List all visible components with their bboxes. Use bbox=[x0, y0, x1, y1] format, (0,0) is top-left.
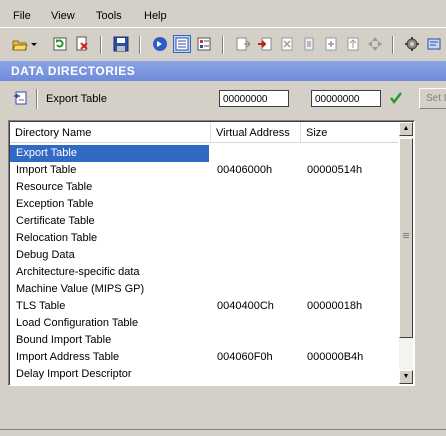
directory-name-cell: Delay Import Descriptor bbox=[16, 368, 132, 380]
virtual-address-field[interactable]: 00000000 bbox=[219, 90, 289, 107]
virtual-address-cell bbox=[211, 213, 299, 230]
table-row[interactable]: Resource Table bbox=[10, 179, 398, 196]
dropdown-arrow-icon[interactable] bbox=[30, 36, 38, 52]
directory-name-cell: Relocation Table bbox=[16, 232, 98, 244]
size-cell: 00000514h bbox=[307, 164, 363, 176]
directory-name-cell: TLS Table bbox=[16, 300, 66, 312]
compress-icon[interactable] bbox=[301, 36, 317, 52]
move-up-icon[interactable] bbox=[345, 36, 361, 52]
directory-name-cell: Certificate Table bbox=[16, 215, 95, 227]
checkmark-icon[interactable] bbox=[389, 91, 403, 105]
virtual-address-cell bbox=[211, 179, 299, 196]
table-row[interactable]: Load Configuration Table bbox=[10, 315, 398, 332]
section-title: DATA DIRECTORIES bbox=[11, 64, 136, 78]
virtual-address-cell bbox=[211, 196, 299, 213]
close-file-icon[interactable] bbox=[74, 36, 90, 52]
view-headers-icon[interactable] bbox=[152, 36, 168, 52]
section-title-bar: DATA DIRECTORIES bbox=[0, 61, 446, 81]
column-header-size[interactable]: Size bbox=[301, 122, 398, 142]
virtual-address-cell: 0040400Ch bbox=[217, 300, 274, 312]
vertical-scrollbar[interactable]: ▲ ▼ bbox=[399, 122, 413, 384]
list-header: Directory Name Virtual Address Size bbox=[10, 122, 398, 143]
size-cell bbox=[301, 196, 398, 213]
directory-name-cell: Import Address Table bbox=[16, 351, 120, 363]
virtual-address-cell bbox=[211, 332, 299, 349]
refresh-icon[interactable] bbox=[52, 36, 68, 52]
import-icon[interactable] bbox=[257, 36, 273, 52]
table-row[interactable]: Export Table bbox=[10, 145, 398, 162]
directory-icon bbox=[14, 91, 27, 105]
scroll-thumb[interactable] bbox=[399, 138, 413, 338]
delete-icon[interactable] bbox=[279, 36, 295, 52]
directory-name-cell: Exception Table bbox=[16, 198, 94, 210]
menu-bar: File View Tools Help bbox=[0, 0, 446, 27]
virtual-address-cell bbox=[211, 281, 299, 298]
open-icon[interactable] bbox=[12, 36, 28, 52]
export-icon[interactable] bbox=[235, 36, 251, 52]
settings-icon[interactable] bbox=[404, 36, 420, 52]
directory-name-cell: Debug Data bbox=[16, 249, 75, 261]
size-cell bbox=[301, 332, 398, 349]
table-row[interactable]: Relocation Table bbox=[10, 230, 398, 247]
menu-help[interactable]: Help bbox=[144, 10, 167, 22]
table-row[interactable]: Delay Import Descriptor bbox=[10, 366, 398, 383]
view-details-icon[interactable] bbox=[196, 36, 212, 52]
menu-file[interactable]: File bbox=[13, 10, 31, 22]
size-cell bbox=[301, 315, 398, 332]
virtual-address-cell bbox=[211, 247, 299, 264]
size-cell: 00000018h bbox=[307, 300, 363, 312]
table-row[interactable]: Import Table 00406000h 00000514h bbox=[10, 162, 398, 179]
virtual-address-cell bbox=[211, 145, 299, 162]
table-row[interactable]: Debug Data bbox=[10, 247, 398, 264]
size-cell bbox=[301, 230, 398, 247]
move-nav-icon[interactable] bbox=[367, 36, 383, 52]
menu-view[interactable]: View bbox=[51, 10, 75, 22]
view-list-icon[interactable] bbox=[173, 35, 191, 53]
set-button[interactable]: Set I bbox=[419, 88, 446, 109]
virtual-address-cell: 00406000h bbox=[217, 164, 273, 176]
directory-name-cell: Export Table bbox=[10, 145, 209, 162]
directory-name-cell: Resource Table bbox=[16, 181, 93, 193]
directory-name-cell: Import Table bbox=[16, 164, 77, 176]
table-row[interactable]: Machine Value (MIPS GP) bbox=[10, 281, 398, 298]
table-row[interactable]: TLS Table 0040400Ch 00000018h bbox=[10, 298, 398, 315]
directory-name-cell: Load Configuration Table bbox=[16, 317, 139, 329]
toolbar bbox=[0, 27, 446, 60]
divider bbox=[0, 429, 446, 430]
table-row[interactable]: Bound Import Table bbox=[10, 332, 398, 349]
selected-directory-name: Export Table bbox=[46, 93, 107, 105]
scroll-down-button[interactable]: ▼ bbox=[399, 370, 413, 384]
scroll-up-button[interactable]: ▲ bbox=[399, 122, 413, 136]
virtual-address-cell bbox=[211, 366, 299, 383]
virtual-address-cell: 004060F0h bbox=[217, 351, 273, 363]
virtual-address-cell bbox=[211, 264, 299, 281]
directory-name-cell: Architecture-specific data bbox=[16, 266, 140, 278]
table-row[interactable]: Import Address Table 004060F0h 000000B4h bbox=[10, 349, 398, 366]
table-row[interactable]: Certificate Table bbox=[10, 213, 398, 230]
virtual-address-cell bbox=[211, 230, 299, 247]
size-cell bbox=[301, 264, 398, 281]
table-row[interactable]: Architecture-specific data bbox=[10, 264, 398, 281]
size-cell bbox=[301, 247, 398, 264]
size-cell bbox=[301, 145, 398, 162]
table-row[interactable]: Exception Table bbox=[10, 196, 398, 213]
size-cell bbox=[301, 281, 398, 298]
data-directories-list: Directory Name Virtual Address Size Expo… bbox=[8, 120, 415, 386]
help-icon[interactable] bbox=[426, 36, 442, 52]
menu-tools[interactable]: Tools bbox=[96, 10, 122, 22]
virtual-address-cell bbox=[211, 315, 299, 332]
size-cell: 000000B4h bbox=[307, 351, 364, 363]
size-cell bbox=[301, 213, 398, 230]
column-header-virtual-address[interactable]: Virtual Address bbox=[211, 122, 301, 142]
directory-name-cell: Machine Value (MIPS GP) bbox=[16, 283, 145, 295]
directory-properties: Export Table 00000000 00000000 Set I bbox=[0, 82, 446, 120]
size-cell bbox=[301, 179, 398, 196]
column-header-directory-name[interactable]: Directory Name bbox=[10, 122, 211, 142]
save-icon[interactable] bbox=[113, 36, 129, 52]
directory-name-cell: Bound Import Table bbox=[16, 334, 112, 346]
size-cell bbox=[301, 366, 398, 383]
size-field[interactable]: 00000000 bbox=[311, 90, 381, 107]
add-section-icon[interactable] bbox=[323, 36, 339, 52]
